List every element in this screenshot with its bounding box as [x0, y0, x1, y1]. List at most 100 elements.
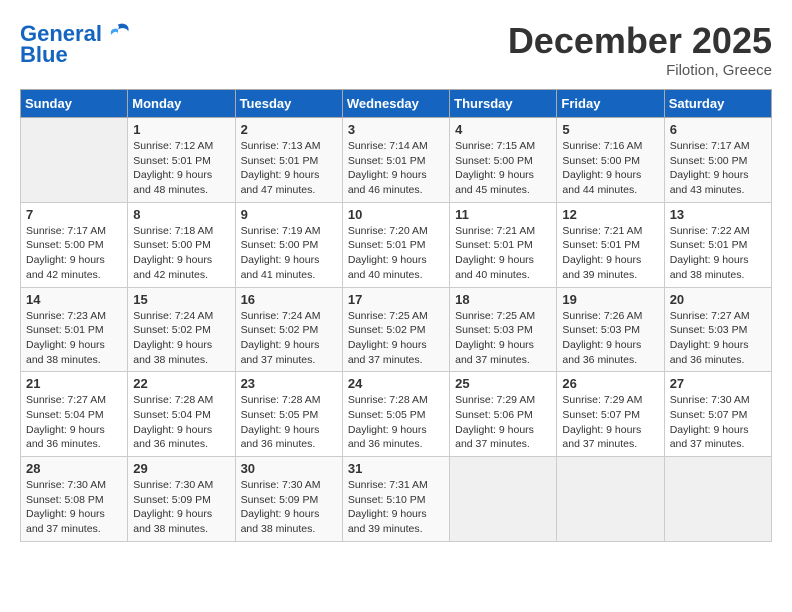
calendar-cell: 15 Sunrise: 7:24 AM Sunset: 5:02 PM Dayli…	[128, 287, 235, 372]
day-number: 9	[241, 207, 337, 222]
day-number: 21	[26, 376, 122, 391]
day-number: 24	[348, 376, 444, 391]
calendar-cell: 21 Sunrise: 7:27 AM Sunset: 5:04 PM Dayli…	[21, 372, 128, 457]
calendar-cell: 19 Sunrise: 7:26 AM Sunset: 5:03 PM Dayli…	[557, 287, 664, 372]
cell-content: Sunrise: 7:30 AM Sunset: 5:09 PM Dayligh…	[241, 478, 337, 537]
day-number: 2	[241, 122, 337, 137]
cell-content: Sunrise: 7:26 AM Sunset: 5:03 PM Dayligh…	[562, 309, 658, 368]
calendar-cell: 5Sunrise: 7:16 AM Sunset: 5:00 PM Daylig…	[557, 118, 664, 203]
day-number: 17	[348, 292, 444, 307]
calendar-cell: 6 Sunrise: 7:17 AM Sunset: 5:00 PM Daylig…	[664, 118, 771, 203]
logo-bird-icon	[104, 20, 132, 48]
header-friday: Friday	[557, 90, 664, 118]
calendar-body: 1 Sunrise: 7:12 AM Sunset: 5:01 PM Daylig…	[21, 118, 772, 542]
day-number: 20	[670, 292, 766, 307]
day-number: 23	[241, 376, 337, 391]
calendar-cell: 17 Sunrise: 7:25 AM Sunset: 5:02 PM Dayli…	[342, 287, 449, 372]
calendar-cell: 28Sunrise: 7:30 AM Sunset: 5:08 PM Dayli…	[21, 457, 128, 542]
calendar-cell: 16 Sunrise: 7:24 AM Sunset: 5:02 PM Dayli…	[235, 287, 342, 372]
calendar-cell: 4 Sunrise: 7:15 AM Sunset: 5:00 PM Daylig…	[450, 118, 557, 203]
cell-content: Sunrise: 7:12 AM Sunset: 5:01 PM Dayligh…	[133, 139, 229, 198]
cell-content: Sunrise: 7:17 AM Sunset: 5:00 PM Dayligh…	[670, 139, 766, 198]
calendar-cell: 18 Sunrise: 7:25 AM Sunset: 5:03 PM Dayli…	[450, 287, 557, 372]
header-wednesday: Wednesday	[342, 90, 449, 118]
cell-content: Sunrise: 7:15 AM Sunset: 5:00 PM Dayligh…	[455, 139, 551, 198]
calendar-cell	[557, 457, 664, 542]
day-number: 19	[562, 292, 658, 307]
page-header: General Blue December 2025 Filotion, Gre…	[20, 20, 772, 79]
cell-content: Sunrise: 7:28 AM Sunset: 5:05 PM Dayligh…	[241, 393, 337, 452]
day-number: 16	[241, 292, 337, 307]
cell-content: Sunrise: 7:29 AM Sunset: 5:06 PM Dayligh…	[455, 393, 551, 452]
day-number: 29	[133, 461, 229, 476]
day-number: 22	[133, 376, 229, 391]
cell-content: Sunrise: 7:21 AM Sunset: 5:01 PM Dayligh…	[455, 224, 551, 283]
calendar-cell	[450, 457, 557, 542]
calendar-week-5: 28Sunrise: 7:30 AM Sunset: 5:08 PM Dayli…	[21, 457, 772, 542]
cell-content: Sunrise: 7:23 AM Sunset: 5:01 PM Dayligh…	[26, 309, 122, 368]
day-number: 1	[133, 122, 229, 137]
calendar-cell: 26Sunrise: 7:29 AM Sunset: 5:07 PM Dayli…	[557, 372, 664, 457]
cell-content: Sunrise: 7:24 AM Sunset: 5:02 PM Dayligh…	[133, 309, 229, 368]
calendar-cell: 14 Sunrise: 7:23 AM Sunset: 5:01 PM Dayli…	[21, 287, 128, 372]
calendar-cell: 13Sunrise: 7:22 AM Sunset: 5:01 PM Dayli…	[664, 202, 771, 287]
day-number: 5	[562, 122, 658, 137]
calendar-table: SundayMondayTuesdayWednesdayThursdayFrid…	[20, 89, 772, 542]
month-title: December 2025	[508, 20, 772, 62]
calendar-header: SundayMondayTuesdayWednesdayThursdayFrid…	[21, 90, 772, 118]
cell-content: Sunrise: 7:31 AM Sunset: 5:10 PM Dayligh…	[348, 478, 444, 537]
header-thursday: Thursday	[450, 90, 557, 118]
calendar-week-3: 14 Sunrise: 7:23 AM Sunset: 5:01 PM Dayli…	[21, 287, 772, 372]
calendar-cell: 22 Sunrise: 7:28 AM Sunset: 5:04 PM Dayli…	[128, 372, 235, 457]
day-number: 7	[26, 207, 122, 222]
day-number: 8	[133, 207, 229, 222]
calendar-week-4: 21 Sunrise: 7:27 AM Sunset: 5:04 PM Dayli…	[21, 372, 772, 457]
calendar-cell: 30 Sunrise: 7:30 AM Sunset: 5:09 PM Dayli…	[235, 457, 342, 542]
day-number: 11	[455, 207, 551, 222]
calendar-cell: 8 Sunrise: 7:18 AM Sunset: 5:00 PM Daylig…	[128, 202, 235, 287]
day-number: 18	[455, 292, 551, 307]
cell-content: Sunrise: 7:24 AM Sunset: 5:02 PM Dayligh…	[241, 309, 337, 368]
cell-content: Sunrise: 7:27 AM Sunset: 5:04 PM Dayligh…	[26, 393, 122, 452]
calendar-week-2: 7 Sunrise: 7:17 AM Sunset: 5:00 PM Daylig…	[21, 202, 772, 287]
cell-content: Sunrise: 7:25 AM Sunset: 5:03 PM Dayligh…	[455, 309, 551, 368]
day-number: 10	[348, 207, 444, 222]
cell-content: Sunrise: 7:30 AM Sunset: 5:08 PM Dayligh…	[26, 478, 122, 537]
cell-content: Sunrise: 7:20 AM Sunset: 5:01 PM Dayligh…	[348, 224, 444, 283]
calendar-cell: 10 Sunrise: 7:20 AM Sunset: 5:01 PM Dayli…	[342, 202, 449, 287]
header-tuesday: Tuesday	[235, 90, 342, 118]
calendar-cell: 3 Sunrise: 7:14 AM Sunset: 5:01 PM Daylig…	[342, 118, 449, 203]
calendar-week-1: 1 Sunrise: 7:12 AM Sunset: 5:01 PM Daylig…	[21, 118, 772, 203]
cell-content: Sunrise: 7:19 AM Sunset: 5:00 PM Dayligh…	[241, 224, 337, 283]
title-area: December 2025 Filotion, Greece	[508, 20, 772, 79]
day-number: 15	[133, 292, 229, 307]
cell-content: Sunrise: 7:18 AM Sunset: 5:00 PM Dayligh…	[133, 224, 229, 283]
cell-content: Sunrise: 7:17 AM Sunset: 5:00 PM Dayligh…	[26, 224, 122, 283]
cell-content: Sunrise: 7:25 AM Sunset: 5:02 PM Dayligh…	[348, 309, 444, 368]
day-number: 30	[241, 461, 337, 476]
location: Filotion, Greece	[508, 62, 772, 79]
cell-content: Sunrise: 7:28 AM Sunset: 5:05 PM Dayligh…	[348, 393, 444, 452]
calendar-cell	[21, 118, 128, 203]
header-sunday: Sunday	[21, 90, 128, 118]
calendar-cell: 20 Sunrise: 7:27 AM Sunset: 5:03 PM Dayli…	[664, 287, 771, 372]
cell-content: Sunrise: 7:21 AM Sunset: 5:01 PM Dayligh…	[562, 224, 658, 283]
day-number: 12	[562, 207, 658, 222]
cell-content: Sunrise: 7:28 AM Sunset: 5:04 PM Dayligh…	[133, 393, 229, 452]
calendar-cell: 7 Sunrise: 7:17 AM Sunset: 5:00 PM Daylig…	[21, 202, 128, 287]
day-number: 3	[348, 122, 444, 137]
cell-content: Sunrise: 7:30 AM Sunset: 5:07 PM Dayligh…	[670, 393, 766, 452]
calendar-cell: 24 Sunrise: 7:28 AM Sunset: 5:05 PM Dayli…	[342, 372, 449, 457]
day-number: 4	[455, 122, 551, 137]
logo: General Blue	[20, 20, 132, 68]
calendar-cell: 27Sunrise: 7:30 AM Sunset: 5:07 PM Dayli…	[664, 372, 771, 457]
calendar-cell: 12 Sunrise: 7:21 AM Sunset: 5:01 PM Dayli…	[557, 202, 664, 287]
day-number: 6	[670, 122, 766, 137]
header-monday: Monday	[128, 90, 235, 118]
day-number: 26	[562, 376, 658, 391]
day-number: 25	[455, 376, 551, 391]
calendar-cell: 29Sunrise: 7:30 AM Sunset: 5:09 PM Dayli…	[128, 457, 235, 542]
cell-content: Sunrise: 7:14 AM Sunset: 5:01 PM Dayligh…	[348, 139, 444, 198]
day-number: 14	[26, 292, 122, 307]
cell-content: Sunrise: 7:27 AM Sunset: 5:03 PM Dayligh…	[670, 309, 766, 368]
